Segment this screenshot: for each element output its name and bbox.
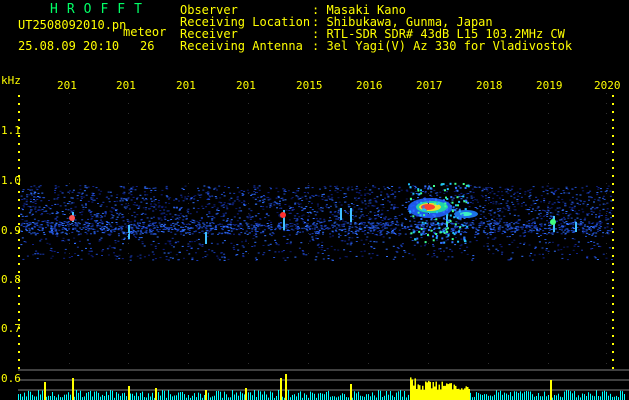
x-tick-label: 201 (57, 79, 77, 92)
x-tick-label: 201 (236, 79, 256, 92)
y-tick-label: 0.7 (1, 322, 21, 335)
y-tick-label: 1.0 (1, 174, 21, 187)
grid-lines (18, 93, 629, 391)
x-tick-label: 2015 (296, 79, 323, 92)
y-tick-label: 0.8 (1, 273, 21, 286)
antenna-value: : 3el Yagi(V) Az 330 for Vladivostok (312, 39, 573, 53)
mode-label: meteor (123, 25, 167, 39)
file-name: UT2508092010.pn (18, 18, 127, 32)
x-tick-label: 2019 (536, 79, 563, 92)
app-logo: HROFFT (50, 2, 151, 17)
x-tick-label: 2017 (416, 79, 443, 92)
antenna-label: Receiving Antenna (180, 39, 303, 53)
datetime-label: 25.08.09 20:10 (18, 39, 120, 53)
x-tick-label: 2016 (356, 79, 383, 92)
y-tick-label: 0.6 (1, 372, 21, 385)
x-tick-label: 201 (176, 79, 196, 92)
spectrogram-plot (18, 93, 629, 400)
noise-band (20, 182, 614, 261)
x-tick-label: 2020 (594, 79, 621, 92)
x-tick-label: 201 (116, 79, 136, 92)
count-label: 26 (140, 39, 155, 53)
signal-level-bars (18, 374, 625, 400)
y-axis-unit: kHz (1, 74, 21, 87)
y-tick-label: 1.1 (1, 124, 21, 137)
x-tick-label: 2018 (476, 79, 503, 92)
y-tick-label: 0.9 (1, 224, 21, 237)
